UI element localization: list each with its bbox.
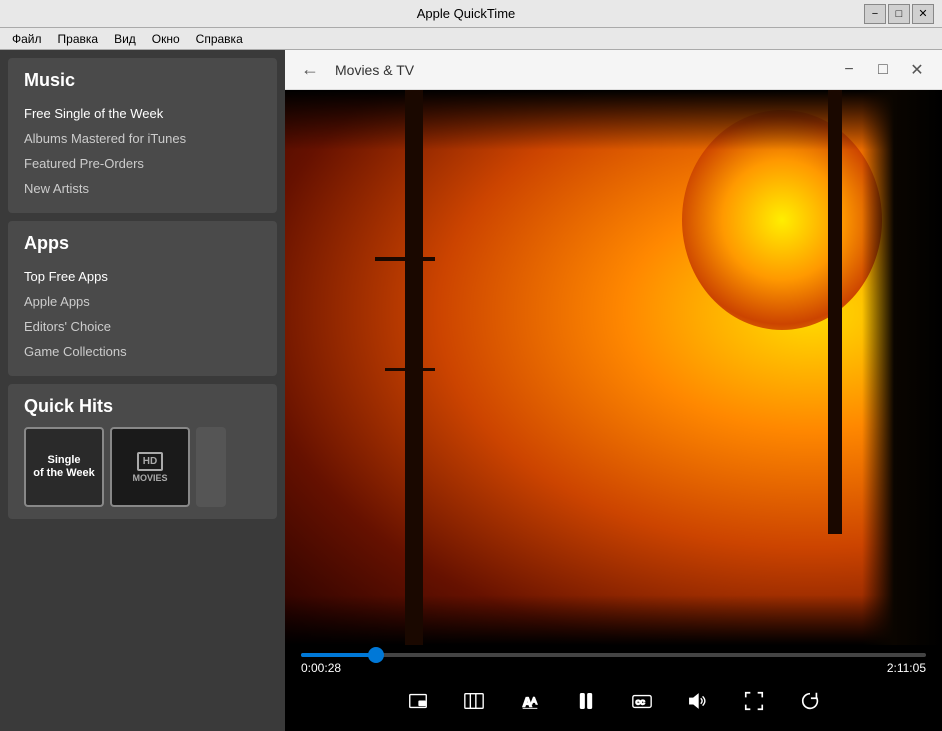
quick-hit-partial[interactable]	[196, 427, 226, 507]
quick-hit-single-week[interactable]: Single of the Week	[24, 427, 104, 507]
title-bar-buttons: − □ ✕	[864, 4, 934, 24]
back-icon: ←	[301, 59, 319, 79]
video-area	[285, 90, 942, 645]
replay-button[interactable]	[792, 683, 828, 719]
sidebar-link-editors-choice[interactable]: Editors' Choice	[24, 314, 261, 339]
controls-area: 0:00:28 2:11:05	[285, 645, 942, 731]
sidebar-link-new-artists[interactable]: New Artists	[24, 176, 261, 201]
maximize-icon: □	[878, 61, 888, 79]
close-button[interactable]: ✕	[912, 4, 934, 24]
right-panel: ← Movies & TV − □ ✕	[285, 50, 942, 731]
menu-edit[interactable]: Правка	[50, 30, 107, 48]
time-row: 0:00:28 2:11:05	[301, 661, 926, 675]
single-week-text: Single of the Week	[29, 450, 99, 484]
quick-hits-items: Single of the Week HD MOVIES	[24, 427, 261, 507]
menu-bar: Файл Правка Вид Окно Справка	[0, 28, 942, 50]
progress-bar-container	[301, 653, 926, 657]
pause-icon	[575, 690, 597, 712]
progress-thumb	[368, 647, 384, 663]
time-current: 0:00:28	[301, 661, 341, 675]
svg-text:A: A	[530, 696, 537, 706]
chapters-icon	[463, 690, 485, 712]
font-button[interactable]: A A	[512, 683, 548, 719]
movies-window: ← Movies & TV − □ ✕	[285, 50, 942, 731]
black-panel-right	[862, 90, 942, 645]
progress-track[interactable]	[301, 653, 926, 657]
quick-hits-section: Quick Hits Single of the Week HD MOVIES	[8, 384, 277, 519]
structure-left	[405, 90, 423, 645]
time-total: 2:11:05	[887, 661, 926, 675]
sidebar-link-top-free[interactable]: Top Free Apps	[24, 264, 261, 289]
movies-maximize-button[interactable]: □	[870, 57, 896, 83]
menu-view[interactable]: Вид	[106, 30, 144, 48]
video-thumbnail	[285, 90, 942, 645]
sidebar-link-free-single[interactable]: Free Single of the Week	[24, 101, 261, 126]
menu-help[interactable]: Справка	[188, 30, 251, 48]
music-section: Music Free Single of the Week Albums Mas…	[8, 58, 277, 213]
captions-icon: CC	[631, 690, 653, 712]
minimize-icon: −	[844, 61, 853, 79]
structure-right	[828, 90, 842, 534]
sidebar-link-albums[interactable]: Albums Mastered for iTunes	[24, 126, 261, 151]
hd-badge: HD	[137, 452, 163, 471]
font-icon: A A	[519, 690, 541, 712]
apps-section-title: Apps	[24, 233, 261, 254]
quick-hits-title: Quick Hits	[24, 396, 261, 417]
sidebar-link-apple-apps[interactable]: Apple Apps	[24, 289, 261, 314]
fullscreen-icon	[743, 690, 765, 712]
minimize-button[interactable]: −	[864, 4, 886, 24]
quick-hit-hd-movies[interactable]: HD MOVIES	[110, 427, 190, 507]
chapters-button[interactable]	[456, 683, 492, 719]
hd-movies-text: MOVIES	[132, 473, 167, 483]
mini-player-button[interactable]	[400, 683, 436, 719]
music-section-title: Music	[24, 70, 261, 91]
movies-close-button[interactable]: ✕	[904, 57, 930, 83]
play-pause-button[interactable]	[568, 683, 604, 719]
sidebar: Music Free Single of the Week Albums Mas…	[0, 50, 285, 731]
sidebar-link-game-collections[interactable]: Game Collections	[24, 339, 261, 364]
movies-minimize-button[interactable]: −	[836, 57, 862, 83]
app-title: Apple QuickTime	[68, 6, 864, 21]
captions-button[interactable]: CC	[624, 683, 660, 719]
black-bottom	[285, 595, 942, 645]
movies-window-controls: − □ ✕	[836, 57, 930, 83]
close-icon: ✕	[910, 60, 923, 80]
movies-title-bar: ← Movies & TV − □ ✕	[285, 50, 942, 90]
volume-button[interactable]	[680, 683, 716, 719]
volume-icon	[687, 690, 709, 712]
fullscreen-button[interactable]	[736, 683, 772, 719]
mini-player-icon	[407, 690, 429, 712]
sidebar-link-featured[interactable]: Featured Pre-Orders	[24, 151, 261, 176]
svg-text:CC: CC	[635, 700, 645, 707]
menu-file[interactable]: Файл	[4, 30, 50, 48]
progress-fill	[301, 653, 376, 657]
movies-window-title: Movies & TV	[335, 62, 824, 78]
maximize-button[interactable]: □	[888, 4, 910, 24]
app-title-bar: Apple QuickTime − □ ✕	[0, 0, 942, 28]
replay-icon	[799, 690, 821, 712]
movies-back-button[interactable]: ←	[297, 55, 323, 84]
black-top	[285, 90, 942, 150]
apps-section: Apps Top Free Apps Apple Apps Editors' C…	[8, 221, 277, 376]
control-buttons: A A	[301, 683, 926, 719]
menu-window[interactable]: Окно	[144, 30, 188, 48]
main-content: Music Free Single of the Week Albums Mas…	[0, 50, 942, 731]
